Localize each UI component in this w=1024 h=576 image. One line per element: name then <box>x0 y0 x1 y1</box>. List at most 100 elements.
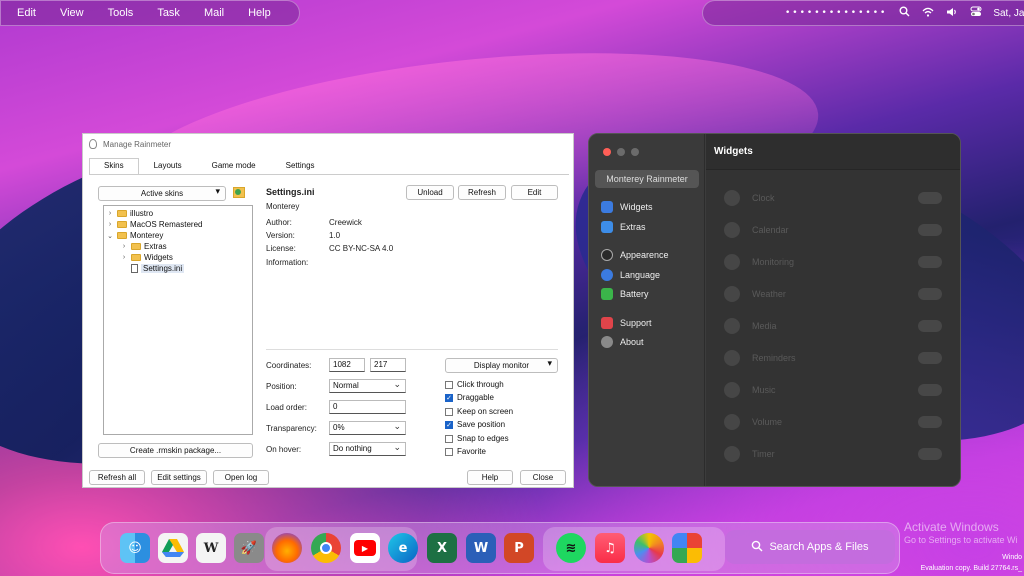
checkbox-box[interactable] <box>445 434 453 443</box>
chevron-down-icon[interactable]: ⌄ <box>106 232 114 240</box>
checkbox-box[interactable] <box>445 447 453 456</box>
powerpoint-icon[interactable]: P <box>504 533 534 563</box>
refresh-button[interactable]: Refresh <box>458 185 506 200</box>
wikipedia-icon[interactable]: W <box>196 533 226 563</box>
load-order-field[interactable]: 0 <box>329 400 406 414</box>
toggle-switch[interactable] <box>918 224 942 236</box>
toggle-switch[interactable] <box>918 256 942 268</box>
display-monitor-dropdown[interactable]: Display monitor ▾ <box>445 358 558 373</box>
volume-icon[interactable] <box>945 7 959 20</box>
widget-name: Monitoring <box>752 257 795 267</box>
transparency-select[interactable]: 0% <box>329 420 406 435</box>
pinwheel-photos-icon[interactable] <box>672 533 702 563</box>
excel-icon[interactable]: X <box>427 533 457 563</box>
add-skin-icon[interactable] <box>233 187 245 198</box>
zoom-window-button[interactable] <box>631 148 639 156</box>
photos-icon[interactable] <box>634 533 664 563</box>
tree-item-extras[interactable]: › Extras <box>120 242 167 251</box>
widget-row-calendar: Calendar <box>724 220 942 240</box>
menu-tools[interactable]: Tools <box>108 7 134 19</box>
sidebar-item-appearence[interactable]: Appearence <box>601 249 669 261</box>
firefox-icon[interactable] <box>272 533 302 563</box>
tree-item-settings-ini[interactable]: Settings.ini <box>131 264 185 273</box>
open-log-button[interactable]: Open log <box>213 470 269 485</box>
keep-on-screen-checkbox[interactable]: Keep on screen <box>445 407 513 416</box>
draggable-checkbox[interactable]: ✓ Draggable <box>445 393 494 402</box>
search-apps-button[interactable]: Search Apps & Files <box>725 530 895 564</box>
menu-task[interactable]: Task <box>157 7 180 19</box>
snap-to-edges-checkbox[interactable]: Snap to edges <box>445 434 509 443</box>
finder-icon[interactable]: ☺ <box>120 533 150 563</box>
control-center-icon[interactable] <box>969 6 983 20</box>
on-hover-select[interactable]: Do nothing <box>329 441 406 456</box>
chevron-right-icon[interactable]: › <box>106 221 114 228</box>
toggle-switch[interactable] <box>918 416 942 428</box>
evaluation-notice: Windo Evaluation copy. Build 27764.rs_ <box>921 552 1022 574</box>
tab-skins[interactable]: Skins <box>89 158 139 174</box>
click-through-checkbox[interactable]: Click through <box>445 380 504 389</box>
sidebar-item-language[interactable]: Language <box>601 269 660 281</box>
x-coordinate-field[interactable]: 1082 <box>329 358 365 372</box>
tab-layouts[interactable]: Layouts <box>139 158 197 174</box>
close-button[interactable]: Close <box>520 470 566 485</box>
toggle-switch[interactable] <box>918 384 942 396</box>
tree-item-widgets[interactable]: › Widgets <box>120 253 173 262</box>
minimize-window-button[interactable] <box>617 148 625 156</box>
position-select[interactable]: Normal <box>329 378 406 393</box>
launchpad-icon[interactable]: 🚀 <box>234 533 264 563</box>
checkbox-box[interactable] <box>445 380 453 389</box>
tree-item-macos-remastered[interactable]: › MacOS Remastered <box>106 220 203 229</box>
tree-item-label: Settings.ini <box>141 264 185 273</box>
widget-name: Timer <box>752 449 775 459</box>
volume-icon <box>724 414 740 430</box>
menu-help[interactable]: Help <box>248 7 271 19</box>
toggle-switch[interactable] <box>918 192 942 204</box>
sidebar-item-battery[interactable]: Battery <box>601 288 649 300</box>
skin-tree[interactable]: › illustro › MacOS Remastered ⌄ Monterey… <box>103 205 253 435</box>
wifi-icon[interactable] <box>921 7 935 20</box>
chevron-right-icon[interactable]: › <box>120 243 128 250</box>
checkmark-icon[interactable]: ✓ <box>445 420 453 429</box>
search-icon[interactable] <box>897 6 911 20</box>
title-bar[interactable]: Manage Rainmeter <box>83 134 573 154</box>
y-coordinate-field[interactable]: 217 <box>370 358 406 372</box>
tab-game-mode[interactable]: Game mode <box>197 158 271 174</box>
help-button[interactable]: Help <box>467 470 513 485</box>
google-drive-icon[interactable] <box>158 533 188 563</box>
close-window-button[interactable] <box>603 148 611 156</box>
favorite-checkbox[interactable]: Favorite <box>445 447 486 456</box>
clock[interactable]: Sat, Jan <box>993 8 1024 19</box>
sidebar-item-about[interactable]: About <box>601 336 644 348</box>
youtube-icon[interactable]: ▶ <box>350 533 380 563</box>
edge-icon[interactable]: e <box>388 533 418 563</box>
spotify-icon[interactable]: ≋ <box>556 533 586 563</box>
edit-button[interactable]: Edit <box>511 185 558 200</box>
menu-mail[interactable]: Mail <box>204 7 224 19</box>
toggle-switch[interactable] <box>918 320 942 332</box>
sidebar-item-widgets[interactable]: Widgets <box>601 201 653 213</box>
checkmark-icon[interactable]: ✓ <box>445 393 453 402</box>
toggle-switch[interactable] <box>918 288 942 300</box>
chevron-right-icon[interactable]: › <box>106 210 114 217</box>
toggle-switch[interactable] <box>918 352 942 364</box>
toggle-switch[interactable] <box>918 448 942 460</box>
refresh-all-button[interactable]: Refresh all <box>89 470 145 485</box>
chevron-right-icon[interactable]: › <box>120 254 128 261</box>
menu-edit[interactable]: Edit <box>17 7 36 19</box>
version-label: Version: <box>266 231 295 240</box>
tree-item-illustro[interactable]: › illustro <box>106 209 153 218</box>
music-icon[interactable]: ♫ <box>595 533 625 563</box>
unload-button[interactable]: Unload <box>406 185 454 200</box>
menu-view[interactable]: View <box>60 7 84 19</box>
create-rmskin-button[interactable]: Create .rmskin package... <box>98 443 253 458</box>
tree-item-monterey[interactable]: ⌄ Monterey <box>106 231 163 240</box>
save-position-checkbox[interactable]: ✓ Save position <box>445 420 505 429</box>
sidebar-item-extras[interactable]: Extras <box>601 221 646 233</box>
word-icon[interactable]: W <box>466 533 496 563</box>
edit-settings-button[interactable]: Edit settings <box>151 470 207 485</box>
chrome-icon[interactable] <box>311 533 341 563</box>
sidebar-item-support[interactable]: Support <box>601 317 652 329</box>
checkbox-box[interactable] <box>445 407 453 416</box>
active-skins-dropdown[interactable]: Active skins ▾ <box>98 186 226 201</box>
tab-settings[interactable]: Settings <box>271 158 330 174</box>
